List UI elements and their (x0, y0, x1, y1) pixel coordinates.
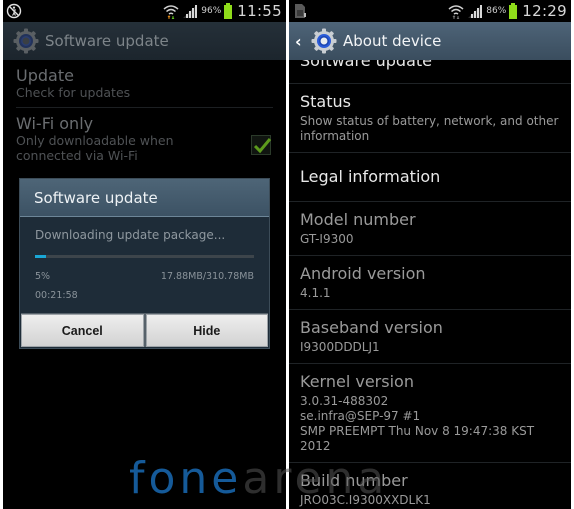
setting-title: Update (16, 66, 74, 85)
checkmark-icon (253, 138, 272, 154)
list-item-baseband-version: Baseband version I9300DDDLJ1 (289, 310, 571, 364)
wifi-icon (163, 5, 179, 19)
setting-title: Wi-Fi only (16, 114, 94, 133)
setting-subtitle: Check for updates (16, 85, 131, 100)
action-bar: ‹ About device (289, 22, 571, 60)
dialog-body: Downloading update package... 5% 17.88MB… (20, 217, 269, 301)
item-value: JRO03C.I9300XXDLK1 (300, 493, 431, 507)
settings-gear-icon (13, 28, 39, 54)
accessibility-blocked-icon (6, 3, 22, 19)
list-item-model-number: Model number GT-I9300 (289, 202, 571, 256)
item-title: Baseband version (300, 318, 443, 337)
item-subtitle: Show status of battery, network, and oth… (300, 114, 559, 143)
battery-icon (224, 3, 233, 19)
dialog-title: Software update (34, 188, 158, 207)
setting-wifi-only[interactable]: Wi-Fi only Only downloadable when connec… (3, 108, 286, 163)
dialog-message: Downloading update package... (35, 228, 226, 242)
cancel-button[interactable]: Cancel (21, 314, 144, 347)
sim-card-icon (295, 4, 306, 18)
time-remaining: 00:21:58 (35, 290, 78, 301)
list-item-android-version[interactable]: Android version 4.1.1 (289, 256, 571, 310)
status-bar: 86% 12:29 (289, 0, 571, 22)
download-progress-bar (35, 255, 254, 258)
item-title: Software update (300, 60, 432, 70)
hide-button[interactable]: Hide (145, 314, 268, 347)
item-title: Build number (300, 471, 408, 490)
list-item-legal-information[interactable]: Legal information (289, 153, 571, 202)
page-title: About device (343, 32, 442, 50)
software-update-dialog: Software update Downloading update packa… (19, 178, 270, 349)
wifi-only-checkbox[interactable] (251, 135, 272, 155)
setting-update[interactable]: Update Check for updates (3, 60, 286, 108)
battery-icon (509, 3, 518, 19)
progress-info-row: 5% 17.88MB/310.78MB (35, 271, 254, 282)
size-label: 17.88MB/310.78MB (160, 271, 254, 282)
item-title: Model number (300, 210, 416, 229)
progress-fill (35, 255, 46, 258)
battery-percent: 86% (486, 6, 507, 16)
item-value: GT-I9300 (300, 232, 354, 246)
list-item-software-update[interactable]: Software update (289, 60, 571, 84)
setting-subtitle: Only downloadable when connected via Wi-… (16, 133, 174, 163)
wifi-icon (448, 5, 464, 19)
list-item-kernel-version: Kernel version 3.0.31-488302 se.infra@SE… (289, 364, 571, 463)
battery-percent: 96% (201, 6, 222, 16)
percent-label: 5% (35, 271, 51, 282)
item-title: Android version (300, 264, 426, 283)
list-item-build-number: Build number JRO03C.I9300XXDLK1 (289, 463, 571, 509)
item-value-line: SMP PREEMPT Thu Nov 8 19:47:38 KST (300, 424, 535, 438)
settings-gear-icon[interactable] (311, 28, 337, 54)
item-value-line: 3.0.31-488302 (300, 394, 389, 408)
action-bar: Software update (3, 22, 286, 60)
signal-icon (468, 5, 483, 18)
page-title: Software update (45, 32, 169, 50)
item-title: Kernel version (300, 372, 414, 391)
clock: 12:29 (522, 2, 567, 20)
item-value-line: 2012 (300, 439, 331, 453)
status-bar: 96% 11:55 (3, 0, 286, 22)
back-chevron-icon[interactable]: ‹ (295, 32, 305, 51)
list-item-status[interactable]: Status Show status of battery, network, … (289, 84, 571, 153)
item-title: Status (300, 92, 351, 111)
item-value-line: se.infra@SEP-97 #1 (300, 409, 421, 423)
item-title: Legal information (300, 167, 441, 186)
left-screen: 96% 11:55 Software update Update Check f… (3, 0, 286, 509)
dialog-buttons: Cancel Hide (21, 313, 268, 347)
signal-icon (183, 5, 198, 18)
item-value: 4.1.1 (300, 286, 331, 300)
item-value: I9300DDDLJ1 (300, 340, 380, 354)
right-screen: 86% 12:29 ‹ About device Software update… (289, 0, 571, 509)
dialog-header: Software update (20, 179, 269, 217)
clock: 11:55 (237, 2, 282, 20)
